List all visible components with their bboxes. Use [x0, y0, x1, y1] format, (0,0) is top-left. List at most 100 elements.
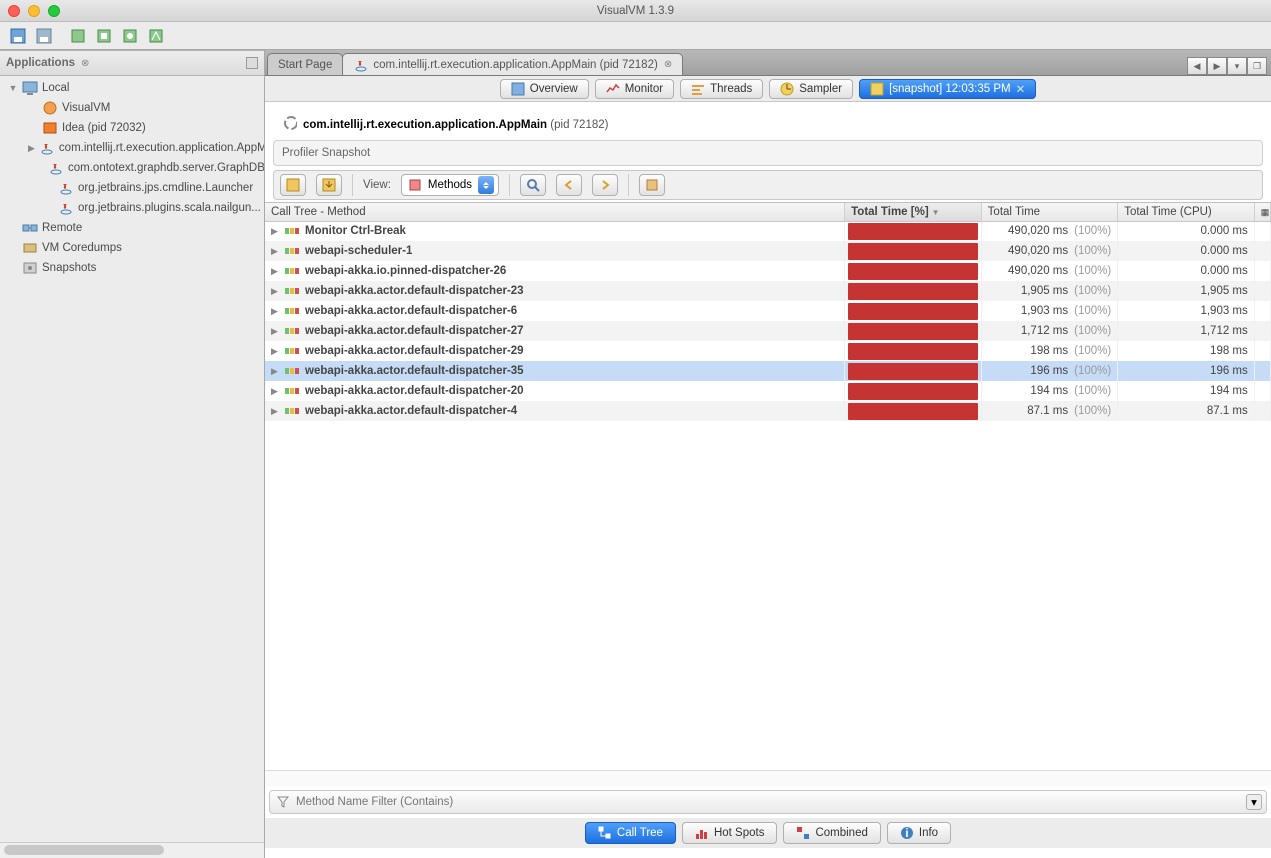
result-tab[interactable]: Combined: [783, 822, 880, 844]
tab-dropdown-icon[interactable]: ▾: [1227, 57, 1247, 75]
svg-text:i: i: [905, 828, 908, 840]
table-row[interactable]: ▶webapi-akka.actor.default-dispatcher-20…: [265, 381, 1271, 401]
result-tab[interactable]: Hot Spots: [682, 822, 778, 844]
disclosure-icon[interactable]: ▶: [271, 246, 279, 257]
thread-icon: [285, 325, 299, 337]
disclosure-icon[interactable]: ▶: [271, 266, 279, 277]
table-row[interactable]: ▶webapi-akka.actor.default-dispatcher-27…: [265, 321, 1271, 341]
view-tab[interactable]: Overview: [500, 79, 589, 99]
tree-item[interactable]: Idea (pid 72032): [0, 118, 264, 138]
column-header[interactable]: Total Time: [981, 203, 1118, 221]
tree-item[interactable]: VM Coredumps: [0, 238, 264, 258]
total-time-pct: (100%): [1074, 285, 1111, 297]
tree-item-label: Idea (pid 72032): [62, 122, 146, 134]
disclosure-icon[interactable]: ▶: [271, 306, 279, 317]
view-tab-close-icon[interactable]: ✕: [1016, 82, 1026, 96]
column-header[interactable]: Call Tree - Method: [265, 203, 845, 221]
tree-item-label: VM Coredumps: [42, 242, 122, 254]
table-row[interactable]: ▶webapi-akka.actor.default-dispatcher-35…: [265, 361, 1271, 381]
minimize-icon[interactable]: [28, 5, 40, 17]
table-row[interactable]: ▶Monitor Ctrl-Break490,020 ms(100%)0.000…: [265, 221, 1271, 241]
column-header[interactable]: Total Time (CPU): [1118, 203, 1255, 221]
tree-item-label: org.jetbrains.jps.cmdline.Launcher: [78, 182, 253, 194]
profiler-snapshot-icon[interactable]: [144, 26, 168, 46]
cpu-time: 196 ms: [1210, 365, 1248, 377]
result-view-tabs: Call Tree Hot SpotsCombined i Info: [265, 818, 1271, 848]
disclosure-icon[interactable]: ▶: [271, 366, 279, 377]
view-tab[interactable]: Sampler: [769, 79, 853, 99]
thread-icon: [285, 405, 299, 417]
filter-dropdown-icon[interactable]: ▾: [1246, 794, 1262, 810]
call-tree-table[interactable]: Call Tree - MethodTotal Time [%]▼Total T…: [265, 202, 1271, 770]
tree-item[interactable]: VisualVM: [0, 98, 264, 118]
table-row[interactable]: ▶webapi-akka.actor.default-dispatcher-48…: [265, 401, 1271, 421]
method-name: webapi-scheduler-1: [305, 245, 412, 257]
save-icon[interactable]: [280, 174, 306, 196]
column-config-icon[interactable]: ▦: [1254, 203, 1270, 221]
disclosure-icon[interactable]: ▶: [271, 226, 279, 237]
sidebar-scrollbar[interactable]: [0, 842, 264, 858]
result-tab[interactable]: Call Tree: [585, 822, 676, 844]
document-tab[interactable]: com.intellij.rt.execution.application.Ap…: [342, 53, 683, 75]
tree-item[interactable]: ▼Local: [0, 78, 264, 98]
disclosure-icon[interactable]: ▶: [271, 346, 279, 357]
snapshot-toolbar: View: Methods: [273, 170, 1263, 200]
result-tab[interactable]: i Info: [887, 822, 951, 844]
save-snapshot-icon[interactable]: [6, 26, 30, 46]
disclosure-icon[interactable]: ▶: [271, 286, 279, 297]
panel-minimize-icon[interactable]: [246, 57, 258, 69]
tree-item[interactable]: ▶com.intellij.rt.execution.application.A…: [0, 138, 264, 158]
tree-item[interactable]: com.ontotext.graphdb.server.GraphDBServe…: [0, 158, 264, 178]
nav-forward-icon[interactable]: [592, 174, 618, 196]
tab-close-icon[interactable]: ⊗: [664, 59, 672, 70]
method-name: webapi-akka.actor.default-dispatcher-4: [305, 405, 517, 417]
table-row[interactable]: ▶webapi-akka.io.pinned-dispatcher-26490,…: [265, 261, 1271, 281]
search-icon[interactable]: [520, 174, 546, 196]
total-time: 490,020 ms: [1008, 245, 1068, 257]
tab-scroll-left-icon[interactable]: ◀: [1187, 57, 1207, 75]
view-tab[interactable]: [snapshot] 12:03:35 PM✕: [859, 79, 1036, 99]
profiler-snapshot-label: Profiler Snapshot: [273, 140, 1263, 166]
applications-tree[interactable]: ▼LocalVisualVM Idea (pid 72032) ▶com.intel…: [0, 76, 264, 842]
save-snapshot-alt-icon[interactable]: [32, 26, 56, 46]
disclosure-icon[interactable]: ▶: [28, 143, 35, 154]
app-snapshot-icon[interactable]: [66, 26, 90, 46]
settings-icon[interactable]: [639, 174, 665, 196]
tree-item-label: com.ontotext.graphdb.server.GraphDBServe…: [68, 162, 264, 174]
table-row[interactable]: ▶ webapi-akka.actor.default-dispatcher-29…: [265, 341, 1271, 361]
cpu-time: 1,905 ms: [1200, 285, 1247, 297]
thread-dump-icon[interactable]: [92, 26, 116, 46]
refresh-icon: [283, 116, 297, 130]
tab-scroll-right-icon[interactable]: ▶: [1207, 57, 1227, 75]
view-tab[interactable]: Monitor: [595, 79, 674, 99]
view-tab[interactable]: Threads: [680, 79, 763, 99]
result-tab-label: Info: [919, 827, 938, 839]
thread-icon: [285, 385, 299, 397]
disclosure-icon[interactable]: ▶: [271, 386, 279, 397]
document-tab[interactable]: Start Page: [267, 53, 343, 75]
view-select[interactable]: Methods: [401, 174, 499, 196]
disclosure-icon[interactable]: ▶: [271, 326, 279, 337]
panel-close-icon[interactable]: ⊗: [81, 58, 89, 69]
filter-input[interactable]: [296, 796, 1260, 808]
close-icon[interactable]: [8, 5, 20, 17]
heap-dump-icon[interactable]: [118, 26, 142, 46]
method-name: webapi-akka.actor.default-dispatcher-29: [305, 345, 524, 357]
tree-item[interactable]: org.jetbrains.plugins.scala.nailgun...: [0, 198, 264, 218]
disclosure-icon[interactable]: ▼: [8, 83, 18, 93]
table-row[interactable]: ▶webapi-akka.actor.default-dispatcher-61…: [265, 301, 1271, 321]
tab-maximize-icon[interactable]: ❐: [1247, 57, 1267, 75]
table-row[interactable]: ▶webapi-scheduler-1490,020 ms(100%)0.000…: [265, 241, 1271, 261]
nav-back-icon[interactable]: [556, 174, 582, 196]
combined-icon: [796, 826, 810, 840]
zoom-icon[interactable]: [48, 5, 60, 17]
table-scrollbar[interactable]: [265, 770, 1271, 786]
tree-item[interactable]: Snapshots: [0, 258, 264, 278]
tree-item[interactable]: Remote: [0, 218, 264, 238]
column-header[interactable]: Total Time [%]▼: [845, 203, 982, 221]
tree-item[interactable]: org.jetbrains.jps.cmdline.Launcher: [0, 178, 264, 198]
table-row[interactable]: ▶ webapi-akka.actor.default-dispatcher-23…: [265, 281, 1271, 301]
export-icon[interactable]: [316, 174, 342, 196]
disclosure-icon[interactable]: ▶: [271, 406, 279, 417]
method-name: webapi-akka.actor.default-dispatcher-23: [305, 285, 524, 297]
